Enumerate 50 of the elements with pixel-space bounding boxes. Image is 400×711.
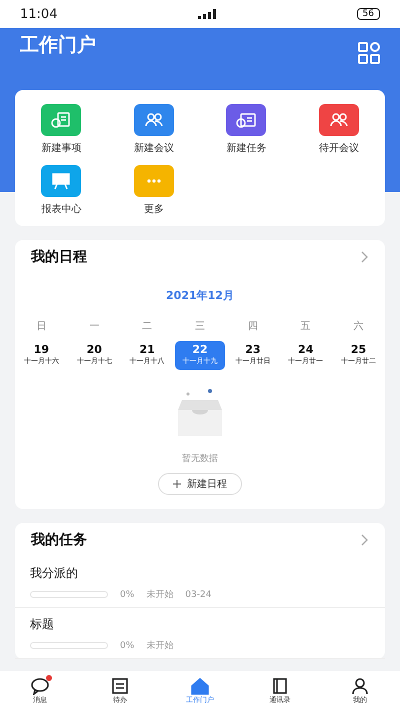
weekday-label: 六	[354, 320, 364, 333]
empty-message: 暂无数据	[182, 452, 218, 465]
weekday-label: 二	[142, 320, 152, 333]
month-label: 2021年12月	[165, 288, 235, 303]
shortcut-tile[interactable]	[41, 165, 82, 197]
plus-icon	[173, 480, 181, 488]
weekday-label: 五	[300, 320, 311, 333]
home-icon	[190, 677, 210, 695]
task-status: 未开始	[146, 588, 174, 601]
task-date: 03-24	[185, 590, 212, 600]
new-schedule-button[interactable]: 新建日程	[158, 473, 242, 495]
shortcut-tile[interactable]	[226, 104, 266, 136]
presentation-board-icon	[50, 172, 72, 190]
shortcut-tile[interactable]	[318, 104, 359, 136]
shortcut-label[interactable]: 报表中心	[41, 202, 82, 216]
task-percent: 0%	[120, 590, 134, 600]
page-title: 工作门户	[20, 33, 96, 58]
signal-icon	[196, 9, 218, 19]
more-icon	[146, 179, 161, 183]
shortcut-label[interactable]: 更多	[144, 202, 164, 216]
chevron-right-icon[interactable]	[361, 251, 369, 263]
weekday-label: 一	[89, 320, 100, 333]
chat-icon	[30, 677, 50, 695]
status-time: 11:04	[20, 6, 58, 22]
list-icon	[110, 677, 130, 695]
contacts-book-icon	[270, 677, 290, 695]
section-title: 我的日程	[31, 248, 87, 266]
task-title[interactable]: 我分派的	[30, 565, 370, 582]
weekday-label: 日	[36, 320, 46, 333]
battery-level: 56	[356, 8, 380, 20]
user-icon	[350, 677, 370, 695]
shortcut-tile[interactable]	[134, 165, 174, 197]
shortcut-label[interactable]: 新建任务	[226, 141, 266, 155]
task-title[interactable]: 标题	[30, 616, 370, 633]
task-status: 未开始	[146, 640, 174, 652]
weekday-label: 三	[194, 320, 205, 333]
task-add-icon	[235, 111, 258, 129]
shortcut-tile[interactable]	[41, 104, 82, 136]
shortcut-label[interactable]: 待开会议	[318, 141, 359, 155]
shortcut-label[interactable]: 新建事项	[41, 141, 82, 155]
people-icon	[142, 111, 165, 129]
document-add-icon	[50, 111, 72, 129]
shortcut-tile[interactable]	[134, 104, 174, 136]
section-title: 我的任务	[31, 531, 87, 549]
task-percent: 0%	[120, 640, 134, 650]
weekday-label: 四	[248, 320, 258, 333]
shortcut-label[interactable]: 新建会议	[134, 141, 174, 155]
people-icon	[328, 111, 350, 129]
chevron-right-icon[interactable]	[361, 534, 369, 546]
grid-menu-icon[interactable]	[358, 42, 380, 64]
